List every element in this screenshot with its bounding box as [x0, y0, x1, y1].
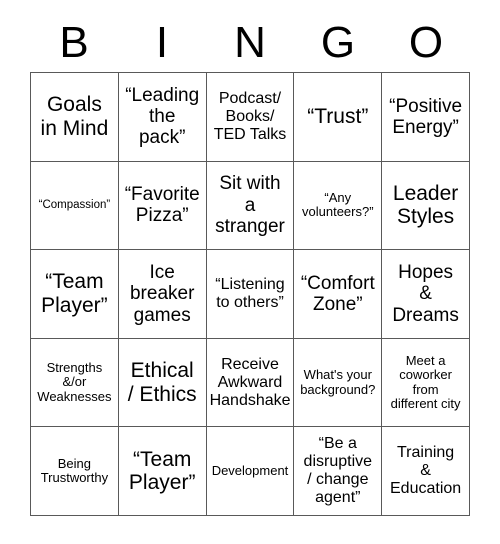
- bingo-header-letter-n: N: [234, 18, 266, 67]
- bingo-cell-label: Goals in Mind: [40, 93, 109, 140]
- bingo-cell-label: Development: [211, 462, 289, 478]
- bingo-cell[interactable]: Goals in Mind: [31, 73, 119, 162]
- bingo-header-letter-b: B: [59, 18, 89, 67]
- bingo-cell[interactable]: Podcast/ Books/ TED Talks: [206, 73, 295, 162]
- bingo-cell[interactable]: “Comfort Zone”: [294, 250, 383, 339]
- bingo-cell-label: “Be a disruptive / change agent”: [303, 435, 373, 507]
- bingo-cell-label: “Team Player”: [128, 447, 196, 495]
- bingo-cell-label: Podcast/ Books/ TED Talks: [213, 89, 287, 143]
- bingo-cell[interactable]: Being Trustworthy: [31, 427, 119, 516]
- bingo-cell[interactable]: Ice breaker games: [118, 250, 207, 339]
- bingo-cell-label: “Leading the pack”: [125, 84, 200, 149]
- bingo-cell[interactable]: “Any volunteers?”: [294, 161, 383, 251]
- bingo-header: BINGO: [30, 14, 470, 72]
- bingo-cell[interactable]: “Positive Energy”: [382, 73, 470, 162]
- bingo-cell-label: “Favorite Pizza”: [124, 184, 200, 227]
- bingo-card: B I N G O Goals in Mind “Leading the pack” Pod…: [0, 0, 500, 544]
- bingo-cell[interactable]: “Be a disruptive / change agent”: [294, 427, 383, 516]
- bingo-cell-label: “Compassion”: [38, 198, 111, 211]
- bingo-cell[interactable]: Strengths &/or Weaknesses: [31, 338, 119, 428]
- bingo-cell-label: Being Trustworthy: [40, 455, 109, 486]
- bingo-cell[interactable]: “Listening to others”: [206, 250, 295, 339]
- bingo-cell-label: “Trust”: [307, 105, 369, 129]
- bingo-cell-label: Hopes & Dreams: [392, 262, 459, 326]
- bingo-cell-label: Ice breaker games: [129, 262, 195, 326]
- bingo-cell[interactable]: Development: [206, 427, 295, 516]
- bingo-grid: Goals in Mind “Leading the pack” Podcast/ …: [30, 72, 470, 516]
- bingo-cell[interactable]: Meet a coworker from different city: [382, 338, 470, 428]
- bingo-cell[interactable]: Leader Styles: [382, 161, 470, 251]
- bingo-cell-label: Strengths &/or Weaknesses: [37, 359, 112, 404]
- bingo-cell[interactable]: “Team Player”: [31, 250, 119, 339]
- bingo-cell-label: “Comfort Zone”: [300, 272, 375, 315]
- bingo-cell-label: “Listening to others”: [215, 276, 285, 311]
- bingo-cell[interactable]: What's your background?: [294, 338, 383, 428]
- bingo-cell[interactable]: “Team Player”: [118, 427, 207, 516]
- bingo-cell-label: Leader Styles: [392, 181, 459, 229]
- bingo-cell[interactable]: Ethical / Ethics: [118, 338, 207, 428]
- bingo-cell-label: “Team Player”: [41, 270, 108, 317]
- bingo-header-letter-i: I: [155, 18, 169, 67]
- bingo-cell[interactable]: Training & Education: [382, 427, 470, 516]
- bingo-cell-label: Sit with a stranger: [215, 173, 285, 238]
- bingo-cell[interactable]: “Compassion”: [31, 161, 119, 251]
- bingo-cell[interactable]: Hopes & Dreams: [382, 250, 470, 339]
- bingo-cell-label: Meet a coworker from different city: [390, 352, 461, 412]
- bingo-cell-label: Receive Awkward Handshake: [209, 355, 291, 409]
- bingo-cell-label: Training & Education: [390, 444, 462, 498]
- bingo-cell[interactable]: “Favorite Pizza”: [118, 161, 207, 251]
- bingo-cell-label: Ethical / Ethics: [127, 359, 197, 406]
- bingo-header-letter-o: O: [408, 18, 444, 67]
- bingo-cell[interactable]: “Trust”: [294, 73, 383, 162]
- bingo-cell[interactable]: Receive Awkward Handshake: [206, 338, 295, 428]
- bingo-cell-label: What's your background?: [300, 367, 376, 397]
- bingo-header-letter-g: G: [320, 18, 356, 67]
- bingo-cell[interactable]: “Leading the pack”: [118, 73, 207, 162]
- bingo-cell-label: “Positive Energy”: [389, 95, 463, 138]
- bingo-cell[interactable]: Sit with a stranger: [206, 161, 295, 251]
- bingo-cell-label: “Any volunteers?”: [302, 189, 374, 220]
